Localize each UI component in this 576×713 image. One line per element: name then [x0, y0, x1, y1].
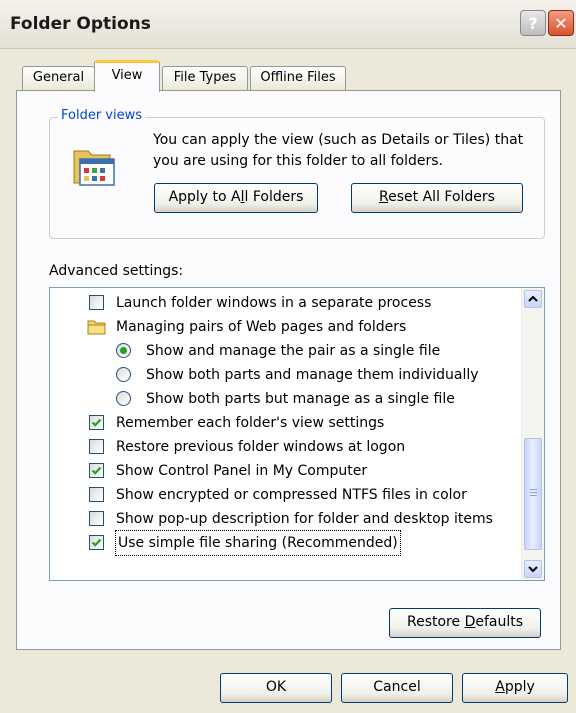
- checkbox-checked[interactable]: [89, 463, 104, 478]
- advanced-setting-label: Show encrypted or compressed NTFS files …: [116, 487, 467, 503]
- cancel-button[interactable]: Cancel: [341, 673, 453, 703]
- window-title: Folder Options: [10, 14, 151, 34]
- advanced-setting-label: Launch folder windows in a separate proc…: [116, 295, 432, 311]
- folder-views-description: You can apply the view (such as Details …: [153, 132, 524, 169]
- close-button[interactable]: ✕: [548, 10, 574, 36]
- folder-views-label: Folder views: [58, 108, 146, 123]
- radio-selected[interactable]: [116, 343, 131, 358]
- checkmark-icon: [91, 418, 102, 427]
- apply-button[interactable]: Apply: [462, 673, 568, 703]
- chevron-up-icon: [528, 295, 538, 302]
- advanced-setting-label: Remember each folder's view settings: [116, 415, 385, 431]
- radio[interactable]: [116, 367, 131, 382]
- advanced-setting-label: Show Control Panel in My Computer: [116, 463, 368, 479]
- checkbox[interactable]: [89, 295, 104, 310]
- checkbox[interactable]: [89, 511, 104, 526]
- chevron-down-icon: [528, 566, 538, 573]
- reset-all-folders-button[interactable]: Reset All Folders: [351, 183, 523, 213]
- close-icon: ✕: [554, 14, 568, 33]
- title-bar: Folder Options ? ✕: [0, 0, 576, 49]
- tab-view[interactable]: View: [94, 60, 160, 92]
- tab-offline-files[interactable]: Offline Files: [250, 66, 346, 90]
- checkbox-checked[interactable]: [89, 415, 104, 430]
- tab-file-types[interactable]: File Types: [162, 66, 248, 90]
- restore-defaults-button[interactable]: Restore Defaults: [389, 608, 541, 638]
- scroll-thumb[interactable]: [524, 438, 542, 550]
- advanced-setting-label: Show and manage the pair as a single fil…: [146, 343, 441, 359]
- tab-general[interactable]: General: [22, 66, 95, 90]
- vertical-scrollbar[interactable]: [521, 288, 544, 580]
- advanced-settings-list[interactable]: Launch folder windows in a separate proc…: [49, 287, 545, 581]
- folder-views-icon: [72, 143, 118, 193]
- apply-to-all-folders-button[interactable]: Apply to All Folders: [154, 183, 318, 213]
- scroll-down-button[interactable]: [524, 560, 542, 578]
- help-button[interactable]: ?: [520, 10, 546, 36]
- advanced-setting-label: Managing pairs of Web pages and folders: [116, 319, 407, 335]
- folder-icon: [87, 319, 107, 343]
- checkmark-icon: [91, 538, 102, 547]
- ok-button[interactable]: OK: [220, 673, 332, 703]
- advanced-setting-label: Show pop-up description for folder and d…: [116, 511, 493, 527]
- advanced-setting-label: Restore previous folder windows at logon: [116, 439, 406, 455]
- checkbox[interactable]: [89, 487, 104, 502]
- question-icon: ?: [528, 14, 538, 33]
- advanced-setting-label: Show both parts but manage as a single f…: [146, 391, 455, 407]
- radio[interactable]: [116, 391, 131, 406]
- checkmark-icon: [91, 466, 102, 475]
- advanced-setting-label: Use simple file sharing (Recommended): [115, 530, 401, 556]
- checkbox-checked[interactable]: [89, 535, 104, 550]
- advanced-setting-label: Show both parts and manage them individu…: [146, 367, 479, 383]
- advanced-settings-label: Advanced settings:: [49, 263, 184, 279]
- checkbox[interactable]: [89, 439, 104, 454]
- scroll-up-button[interactable]: [524, 290, 542, 308]
